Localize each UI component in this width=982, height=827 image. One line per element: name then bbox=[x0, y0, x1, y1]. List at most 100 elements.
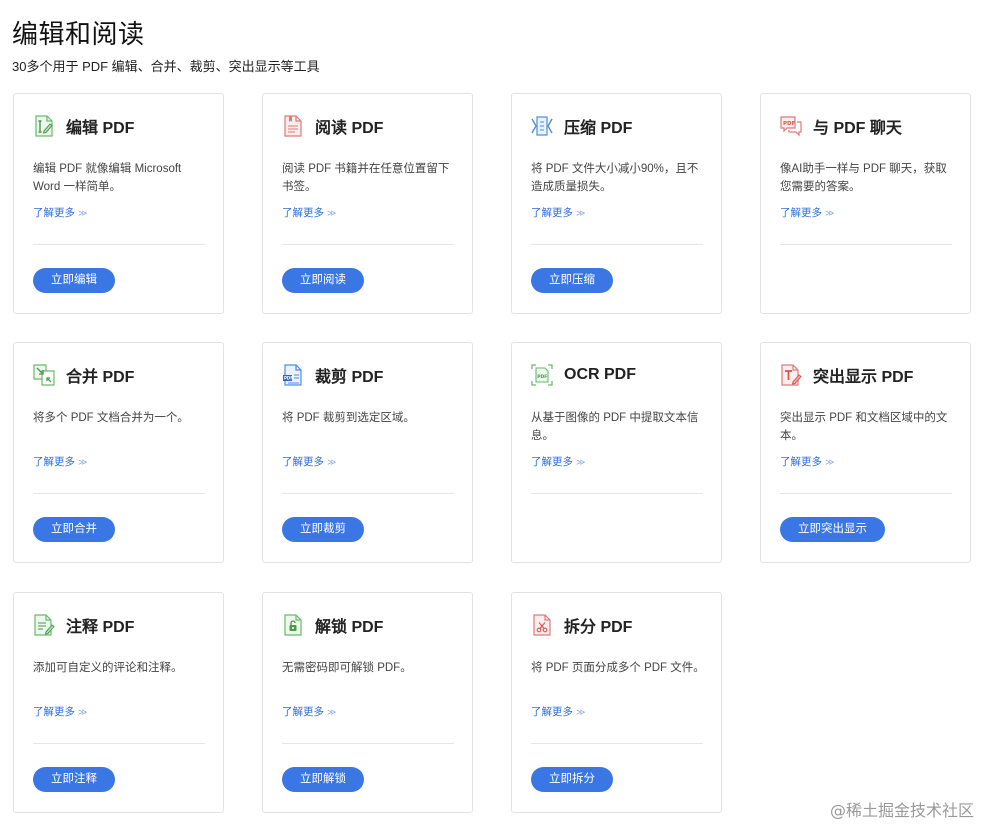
crop-pdf-icon: PDF bbox=[283, 364, 302, 386]
double-chevron-icon: ≫ bbox=[825, 208, 835, 218]
learn-more-link[interactable]: 了解更多 ≫ bbox=[531, 205, 585, 220]
learn-more-label: 了解更多 bbox=[531, 456, 573, 468]
learn-more-label: 了解更多 bbox=[780, 207, 822, 219]
card-divider bbox=[531, 493, 703, 494]
learn-more-label: 了解更多 bbox=[33, 207, 75, 219]
card-merge-pdf: 合并 PDF 将多个 PDF 文档合并为一个。 了解更多 ≫ 立即合并 bbox=[13, 342, 224, 563]
double-chevron-icon: ≫ bbox=[327, 208, 337, 218]
card-title: 阅读 PDF bbox=[315, 120, 384, 137]
card-title: 突出显示 PDF bbox=[813, 369, 914, 386]
page-subtitle: 30多个用于 PDF 编辑、合并、裁剪、突出显示等工具 bbox=[12, 59, 320, 74]
annotate-now-button[interactable]: 立即注释 bbox=[33, 767, 115, 792]
annotate-pdf-icon bbox=[34, 614, 55, 636]
double-chevron-icon: ≫ bbox=[825, 457, 835, 467]
card-title: 压缩 PDF bbox=[564, 120, 633, 137]
merge-pdf-icon bbox=[33, 364, 55, 386]
card-title: 裁剪 PDF bbox=[315, 369, 384, 386]
crop-now-button[interactable]: 立即裁剪 bbox=[282, 517, 364, 542]
compress-pdf-icon bbox=[531, 116, 553, 136]
svg-text:PDF: PDF bbox=[537, 374, 547, 380]
merge-now-button[interactable]: 立即合并 bbox=[33, 517, 115, 542]
card-description: 从基于图像的 PDF 中提取文本信息。 bbox=[531, 412, 699, 442]
double-chevron-icon: ≫ bbox=[576, 208, 586, 218]
card-divider bbox=[282, 493, 454, 494]
compress-now-button[interactable]: 立即压缩 bbox=[531, 268, 613, 293]
card-description: 编辑 PDF 就像编辑 Microsoft Word 一样简单。 bbox=[33, 163, 182, 193]
learn-more-link[interactable]: 了解更多 ≫ bbox=[531, 704, 585, 719]
svg-text:PDF: PDF bbox=[783, 121, 796, 127]
learn-more-link[interactable]: 了解更多 ≫ bbox=[531, 454, 585, 469]
card-divider bbox=[531, 743, 703, 744]
card-title: 解锁 PDF bbox=[315, 619, 384, 636]
learn-more-label: 了解更多 bbox=[531, 207, 573, 219]
learn-more-link[interactable]: 了解更多 ≫ bbox=[282, 704, 336, 719]
card-title: 编辑 PDF bbox=[66, 120, 135, 137]
learn-more-link[interactable]: 了解更多 ≫ bbox=[780, 454, 834, 469]
card-description: 突出显示 PDF 和文档区域中的文本。 bbox=[780, 412, 948, 442]
highlight-pdf-icon bbox=[781, 364, 802, 386]
learn-more-label: 了解更多 bbox=[282, 207, 324, 219]
chat-pdf-icon: PDF bbox=[780, 116, 802, 137]
card-description: 添加可自定义的评论和注释。 bbox=[33, 662, 183, 674]
card-divider bbox=[282, 244, 454, 245]
double-chevron-icon: ≫ bbox=[327, 707, 337, 717]
card-annotate-pdf: 注释 PDF 添加可自定义的评论和注释。 了解更多 ≫ 立即注释 bbox=[13, 592, 224, 813]
card-crop-pdf: PDF 裁剪 PDF 将 PDF 裁剪到选定区域。 了解更多 ≫ 立即裁剪 bbox=[262, 342, 473, 563]
page-title: 编辑和阅读 bbox=[12, 19, 145, 49]
double-chevron-icon: ≫ bbox=[78, 457, 88, 467]
card-divider bbox=[531, 244, 703, 245]
card-description: 将 PDF 页面分成多个 PDF 文件。 bbox=[531, 662, 705, 674]
learn-more-link[interactable]: 了解更多 ≫ bbox=[33, 704, 87, 719]
learn-more-label: 了解更多 bbox=[531, 706, 573, 718]
highlight-now-button[interactable]: 立即突出显示 bbox=[780, 517, 885, 542]
card-description: 像AI助手一样与 PDF 聊天，获取您需要的答案。 bbox=[780, 163, 947, 193]
card-title: 拆分 PDF bbox=[564, 619, 633, 636]
card-highlight-pdf: 突出显示 PDF 突出显示 PDF 和文档区域中的文本。 了解更多 ≫ 立即突出显… bbox=[760, 342, 971, 563]
unlock-now-button[interactable]: 立即解锁 bbox=[282, 767, 364, 792]
learn-more-link[interactable]: 了解更多 ≫ bbox=[282, 454, 336, 469]
learn-more-label: 了解更多 bbox=[282, 706, 324, 718]
read-pdf-icon bbox=[284, 115, 302, 137]
learn-more-label: 了解更多 bbox=[33, 456, 75, 468]
card-title: 注释 PDF bbox=[66, 619, 135, 636]
card-divider bbox=[780, 493, 952, 494]
card-divider bbox=[33, 244, 205, 245]
learn-more-link[interactable]: 了解更多 ≫ bbox=[33, 205, 87, 220]
learn-more-label: 了解更多 bbox=[282, 456, 324, 468]
card-chat-pdf: PDF 与 PDF 聊天 像AI助手一样与 PDF 聊天，获取您需要的答案。 了… bbox=[760, 93, 971, 314]
card-description: 阅读 PDF 书籍并在任意位置留下书签。 bbox=[282, 163, 450, 193]
learn-more-label: 了解更多 bbox=[780, 456, 822, 468]
split-now-button[interactable]: 立即拆分 bbox=[531, 767, 613, 792]
card-title: 与 PDF 聊天 bbox=[813, 120, 902, 137]
double-chevron-icon: ≫ bbox=[576, 457, 586, 467]
card-divider bbox=[282, 743, 454, 744]
double-chevron-icon: ≫ bbox=[78, 208, 88, 218]
card-description: 无需密码即可解锁 PDF。 bbox=[282, 662, 412, 674]
double-chevron-icon: ≫ bbox=[576, 707, 586, 717]
card-description: 将 PDF 文件大小减小90%，且不造成质量损失。 bbox=[531, 163, 699, 193]
unlock-pdf-icon bbox=[284, 614, 302, 636]
read-now-button[interactable]: 立即阅读 bbox=[282, 268, 364, 293]
card-description: 将多个 PDF 文档合并为一个。 bbox=[33, 412, 189, 424]
edit-now-button[interactable]: 立即编辑 bbox=[33, 268, 115, 293]
card-edit-pdf: 编辑 PDF 编辑 PDF 就像编辑 Microsoft Word 一样简单。 … bbox=[13, 93, 224, 314]
card-ocr-pdf: PDF OCR PDF 从基于图像的 PDF 中提取文本信息。 了解更多 ≫ bbox=[511, 342, 722, 563]
card-split-pdf: 拆分 PDF 将 PDF 页面分成多个 PDF 文件。 了解更多 ≫ 立即拆分 bbox=[511, 592, 722, 813]
card-title: 合并 PDF bbox=[66, 369, 135, 386]
learn-more-link[interactable]: 了解更多 ≫ bbox=[282, 205, 336, 220]
learn-more-link[interactable]: 了解更多 ≫ bbox=[33, 454, 87, 469]
svg-text:PDF: PDF bbox=[284, 376, 293, 381]
card-description: 将 PDF 裁剪到选定区域。 bbox=[282, 412, 415, 424]
split-pdf-icon bbox=[533, 614, 551, 636]
double-chevron-icon: ≫ bbox=[327, 457, 337, 467]
card-title: OCR PDF bbox=[564, 366, 636, 383]
card-compress-pdf: 压缩 PDF 将 PDF 文件大小减小90%，且不造成质量损失。 了解更多 ≫ 立… bbox=[511, 93, 722, 314]
card-divider bbox=[780, 244, 952, 245]
card-divider bbox=[33, 493, 205, 494]
learn-more-link[interactable]: 了解更多 ≫ bbox=[780, 205, 834, 220]
card-read-pdf: 阅读 PDF 阅读 PDF 书籍并在任意位置留下书签。 了解更多 ≫ 立即阅读 bbox=[262, 93, 473, 314]
ocr-pdf-icon: PDF bbox=[531, 364, 553, 386]
watermark: @稀土掘金技术社区 bbox=[829, 801, 974, 820]
learn-more-label: 了解更多 bbox=[33, 706, 75, 718]
edit-pdf-icon bbox=[35, 115, 53, 137]
